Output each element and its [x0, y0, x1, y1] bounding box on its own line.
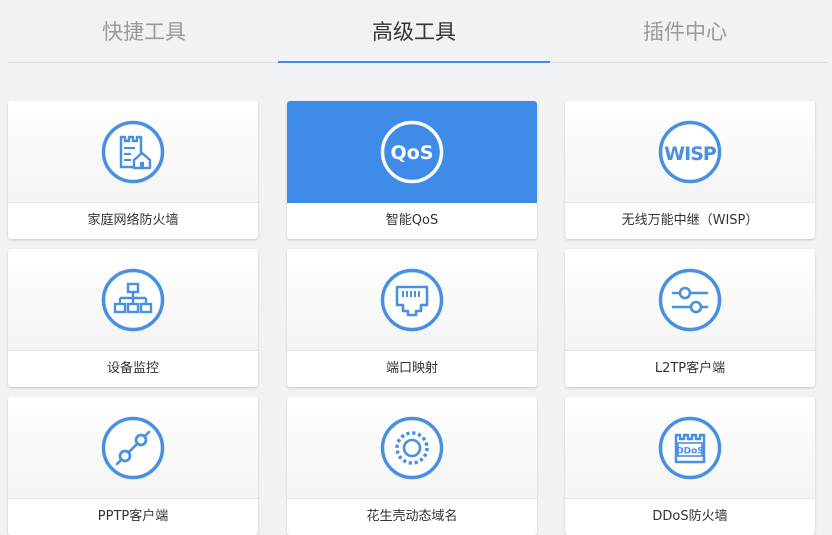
- tool-label: 端口映射: [385, 361, 438, 376]
- tool-card-device-monitor[interactable]: 设备监控: [8, 249, 258, 387]
- tool-label: DDoS防火墙: [652, 509, 728, 524]
- tool-label: 无线万能中继（WISP）: [621, 213, 759, 228]
- svg-text:WISP: WISP: [664, 143, 717, 165]
- svg-text:DDoS: DDoS: [676, 447, 704, 457]
- device-tree-icon: [101, 268, 165, 332]
- tool-card-pptp-client[interactable]: PPTP客户端: [8, 397, 258, 535]
- qos-icon: QoS: [380, 120, 444, 184]
- tab-quick-tools[interactable]: 快捷工具: [8, 0, 280, 62]
- tool-card-ddos-firewall[interactable]: DDoS DDoS防火墙: [565, 397, 815, 535]
- ddos-firewall-icon: DDoS: [658, 416, 722, 480]
- tool-card-port-mapping[interactable]: 端口映射: [287, 249, 537, 387]
- tool-card-oray-ddns[interactable]: 花生壳动态域名: [287, 397, 537, 535]
- tool-card-l2tp-client[interactable]: L2TP客户端: [565, 249, 815, 387]
- tool-label: PPTP客户端: [97, 509, 169, 524]
- tool-card-smart-qos[interactable]: QoS 智能QoS: [287, 101, 537, 239]
- tool-card-wisp[interactable]: WISP 无线万能中继（WISP）: [565, 101, 815, 239]
- tool-card-icon-area: WISP: [565, 101, 815, 203]
- tool-card-icon-area: [287, 397, 537, 499]
- tool-card-icon-area: [287, 249, 537, 351]
- ring-dots-icon: [380, 416, 444, 480]
- tool-card-icon-area: [565, 249, 815, 351]
- svg-text:QoS: QoS: [391, 142, 434, 164]
- ethernet-port-icon: [380, 268, 444, 332]
- tool-card-icon-area: QoS: [287, 101, 537, 203]
- tool-label: 设备监控: [106, 361, 159, 376]
- tab-bar: 快捷工具 高级工具 插件中心: [8, 0, 828, 63]
- tab-advanced-tools[interactable]: 高级工具: [278, 0, 550, 63]
- tool-label: L2TP客户端: [654, 361, 726, 376]
- firewall-home-icon: [101, 120, 165, 184]
- tool-label: 花生壳动态域名: [366, 509, 458, 524]
- tab-plugin-center[interactable]: 插件中心: [549, 0, 821, 62]
- tool-card-home-firewall[interactable]: 家庭网络防火墙: [8, 101, 258, 239]
- tool-label: 智能QoS: [385, 213, 439, 228]
- tool-card-icon-area: [8, 397, 258, 499]
- link-nodes-icon: [101, 416, 165, 480]
- sliders-icon: [658, 268, 722, 332]
- tool-card-icon-area: [8, 249, 258, 351]
- tool-card-icon-area: [8, 101, 258, 203]
- tool-label: 家庭网络防火墙: [87, 213, 179, 228]
- wisp-icon: WISP: [658, 120, 722, 184]
- tool-card-icon-area: DDoS: [565, 397, 815, 499]
